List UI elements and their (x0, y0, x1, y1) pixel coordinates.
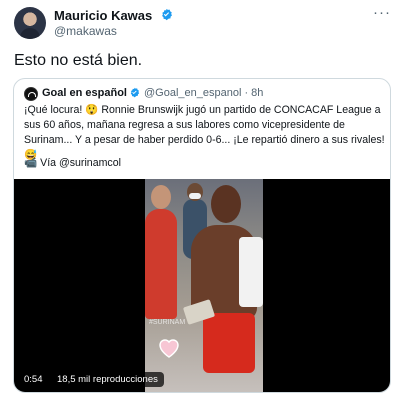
quoted-author-handle[interactable]: @Goal_en_espanol · 8h (144, 87, 263, 99)
video-duration: 0:54 (20, 372, 47, 387)
video-sticker-text: #SURINAM (149, 319, 186, 326)
towel (239, 237, 263, 307)
quoted-verified-badge-icon (130, 87, 140, 98)
quoted-video-credit: 📹 Vía @surinamcol (24, 157, 121, 169)
more-options-icon[interactable]: ··· (373, 4, 391, 21)
author-avatar[interactable] (14, 7, 46, 39)
verified-badge-icon (162, 8, 172, 21)
author-name[interactable]: Mauricio Kawas (54, 8, 152, 23)
background-person (145, 209, 177, 319)
main-person-head (211, 185, 241, 223)
quoted-author-name[interactable]: Goal en español (42, 87, 127, 99)
tweet-text: Esto no está bien. (14, 52, 143, 69)
red-shorts (203, 313, 255, 373)
tweet-card[interactable]: Mauricio Kawas @makawas ··· Esto no está… (0, 0, 403, 400)
background-person-head (151, 185, 171, 209)
video-frame: #SURINAM (145, 179, 263, 392)
quoted-tweet-text: ¡Qué locura! 😲 Ronnie Brunswijk jugó un … (24, 104, 385, 161)
video-view-count: 18,5 mil reproducciones (51, 372, 164, 387)
heart-sticker-icon (159, 339, 179, 358)
face-mask (189, 193, 201, 199)
video-player[interactable]: #SURINAM 0:54 18,5 mil reproducciones (14, 179, 390, 392)
author-handle[interactable]: @makawas (54, 24, 117, 38)
quoted-author-avatar[interactable] (24, 87, 38, 101)
quoted-tweet[interactable]: Goal en español @Goal_en_espanol · 8h ¡Q… (13, 78, 391, 393)
